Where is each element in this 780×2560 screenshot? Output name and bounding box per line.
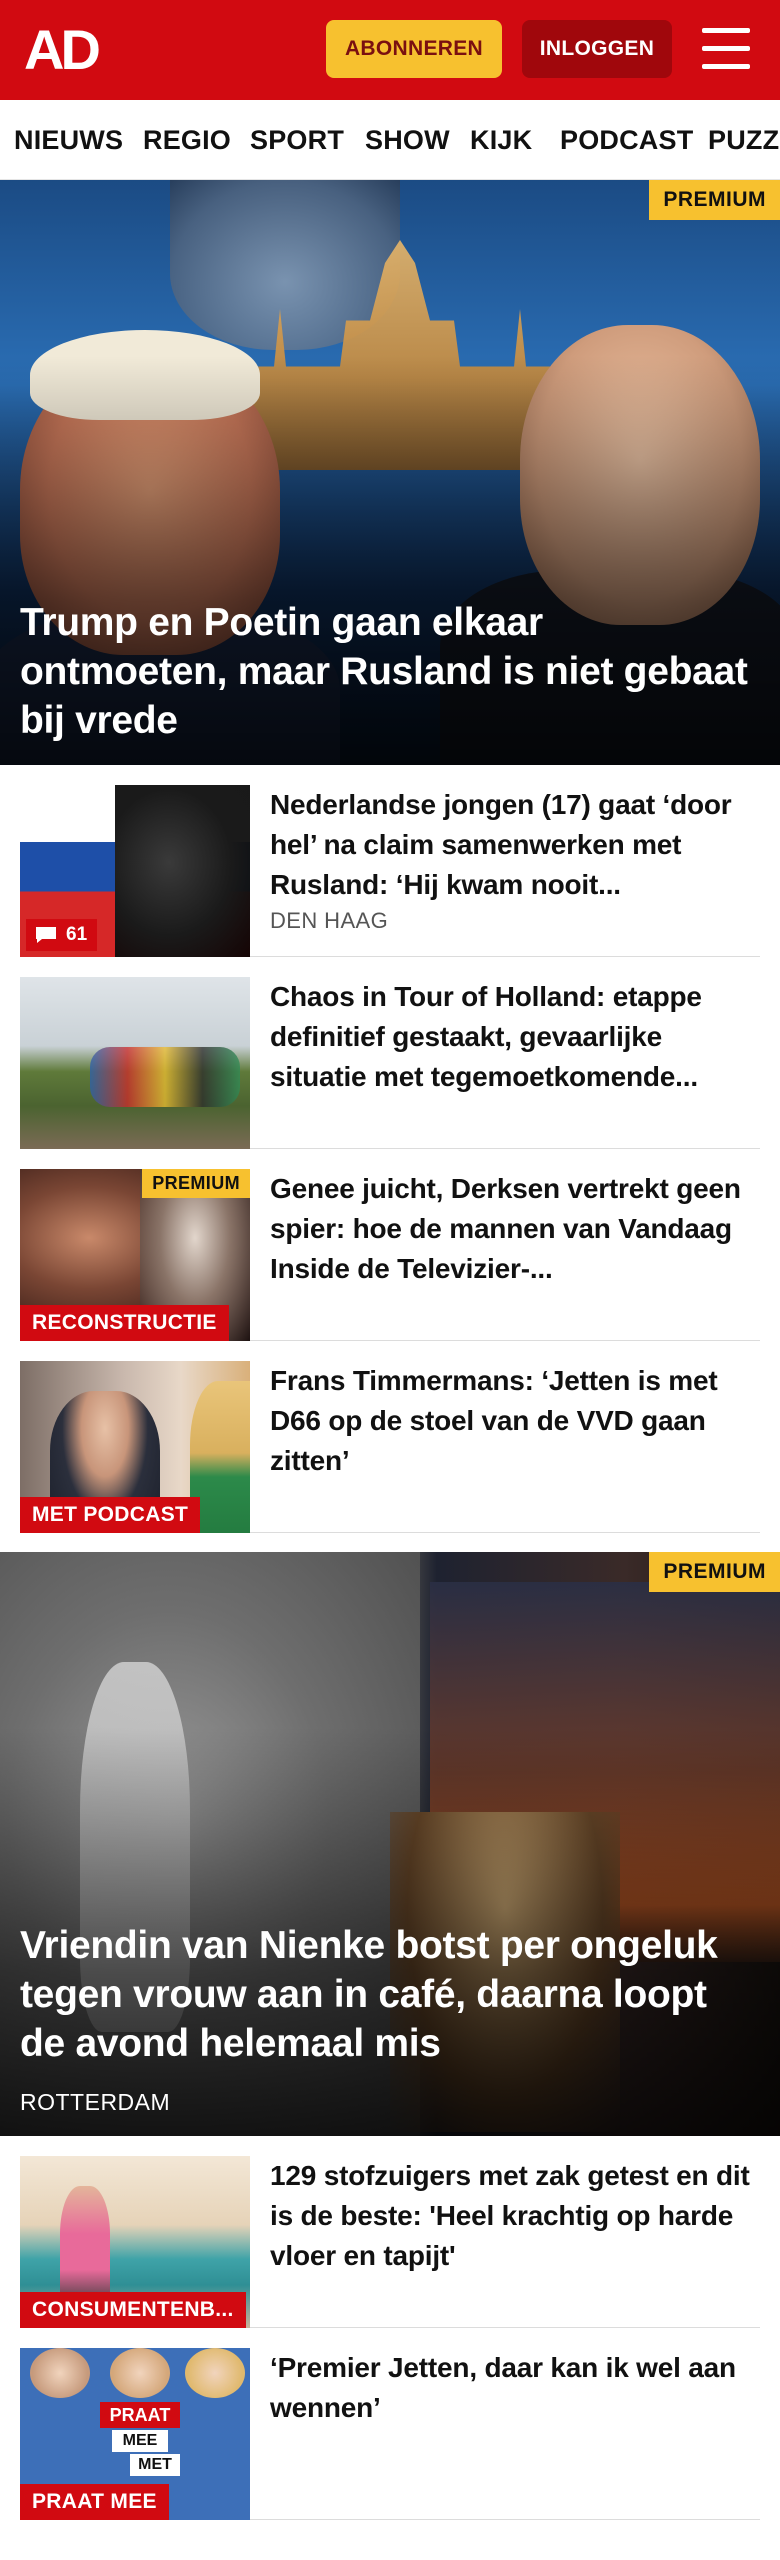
article-headline[interactable]: Frans Timmermans: ‘Jetten is met D66 op … bbox=[270, 1361, 760, 1481]
ad-logo[interactable]: AD bbox=[24, 18, 101, 81]
premium-badge: PREMIUM bbox=[649, 1552, 780, 1592]
article-thumbnail[interactable]: PRAAT MEE MET PRAAT MEE bbox=[20, 2348, 250, 2520]
comment-icon bbox=[34, 925, 58, 945]
thumbnail-text-met: MET bbox=[130, 2454, 180, 2476]
top-header-bar: AD ABONNEREN INLOGGEN bbox=[0, 0, 780, 100]
thumbnail-text-mee: MEE bbox=[112, 2430, 168, 2452]
article-thumbnail[interactable]: 61 bbox=[20, 785, 250, 957]
thumbnail-person bbox=[60, 2186, 110, 2306]
article-headline[interactable]: 129 stofzuigers met zak getest en dit is… bbox=[270, 2156, 760, 2276]
thumbnail-avatar-3 bbox=[185, 2348, 245, 2398]
hero-location: ROTTERDAM bbox=[20, 2089, 171, 2115]
hero-headline[interactable]: Trump en Poetin gaan elkaar ontmoeten, m… bbox=[20, 598, 756, 745]
article-headline[interactable]: ‘Premier Jetten, daar kan ik wel aan wen… bbox=[270, 2348, 760, 2428]
category-label: PRAAT MEE bbox=[20, 2484, 169, 2520]
nav-item-sport[interactable]: SPORT bbox=[250, 100, 344, 179]
comment-count: 61 bbox=[66, 924, 88, 945]
article-item[interactable]: CONSUMENTENB... 129 stofzuigers met zak … bbox=[20, 2136, 760, 2328]
comment-count-badge[interactable]: 61 bbox=[26, 919, 98, 951]
nav-item-puzzel[interactable]: PUZZ bbox=[708, 100, 779, 179]
article-thumbnail[interactable]: CONSUMENTENB... bbox=[20, 2156, 250, 2328]
nav-item-nieuws[interactable]: NIEUWS bbox=[14, 100, 123, 179]
article-headline[interactable]: Genee juicht, Derksen vertrekt geen spie… bbox=[270, 1169, 760, 1289]
article-item[interactable]: PRAAT MEE MET PRAAT MEE ‘Premier Jetten,… bbox=[20, 2328, 760, 2520]
hamburger-menu-icon[interactable] bbox=[700, 26, 752, 72]
main-nav: NIEUWS REGIO SPORT SHOW KIJK PODCAST PUZ… bbox=[0, 100, 780, 180]
article-thumbnail[interactable]: PREMIUM RECONSTRUCTIE bbox=[20, 1169, 250, 1341]
category-label: CONSUMENTENB... bbox=[20, 2292, 246, 2328]
article-thumbnail[interactable]: MET PODCAST bbox=[20, 1361, 250, 1533]
article-item[interactable]: Chaos in Tour of Holland: etappe definit… bbox=[20, 957, 760, 1149]
subscribe-button[interactable]: ABONNEREN bbox=[326, 20, 502, 78]
thumbnail-avatar-1 bbox=[30, 2348, 90, 2398]
article-location: DEN HAAG bbox=[270, 908, 389, 933]
nav-item-podcast[interactable]: PODCAST bbox=[560, 100, 693, 179]
nav-item-regio[interactable]: REGIO bbox=[143, 100, 231, 179]
premium-badge: PREMIUM bbox=[649, 180, 780, 220]
thumbnail-hooded-figure bbox=[115, 785, 250, 957]
thumbnail-text-praat: PRAAT bbox=[100, 2402, 180, 2428]
hero-headline[interactable]: Vriendin van Nienke botst per ongeluk te… bbox=[20, 1921, 756, 2068]
hero-article-bottom[interactable]: PREMIUM Vriendin van Nienke botst per on… bbox=[0, 1552, 780, 2136]
category-label: MET PODCAST bbox=[20, 1497, 201, 1533]
article-headline[interactable]: Chaos in Tour of Holland: etappe definit… bbox=[270, 977, 760, 1097]
premium-badge: PREMIUM bbox=[142, 1169, 250, 1198]
article-item[interactable]: PREMIUM RECONSTRUCTIE Genee juicht, Derk… bbox=[20, 1149, 760, 1341]
article-item[interactable]: MET PODCAST Frans Timmermans: ‘Jetten is… bbox=[20, 1341, 760, 1533]
category-label: RECONSTRUCTIE bbox=[20, 1305, 229, 1341]
article-thumbnail[interactable] bbox=[20, 977, 250, 1149]
hero-article-top[interactable]: PREMIUM Trump en Poetin gaan elkaar ontm… bbox=[0, 180, 780, 765]
article-item[interactable]: 61 Nederlandse jongen (17) gaat ‘door he… bbox=[20, 765, 760, 957]
thumbnail-cyclists bbox=[90, 1047, 240, 1107]
nav-item-kijk[interactable]: KIJK bbox=[470, 100, 532, 179]
thumbnail-avatar-2 bbox=[110, 2348, 170, 2398]
logo-text: AD bbox=[24, 18, 101, 81]
login-button[interactable]: INLOGGEN bbox=[522, 20, 672, 78]
nav-item-show[interactable]: SHOW bbox=[365, 100, 450, 179]
article-headline[interactable]: Nederlandse jongen (17) gaat ‘door hel’ … bbox=[270, 785, 760, 905]
